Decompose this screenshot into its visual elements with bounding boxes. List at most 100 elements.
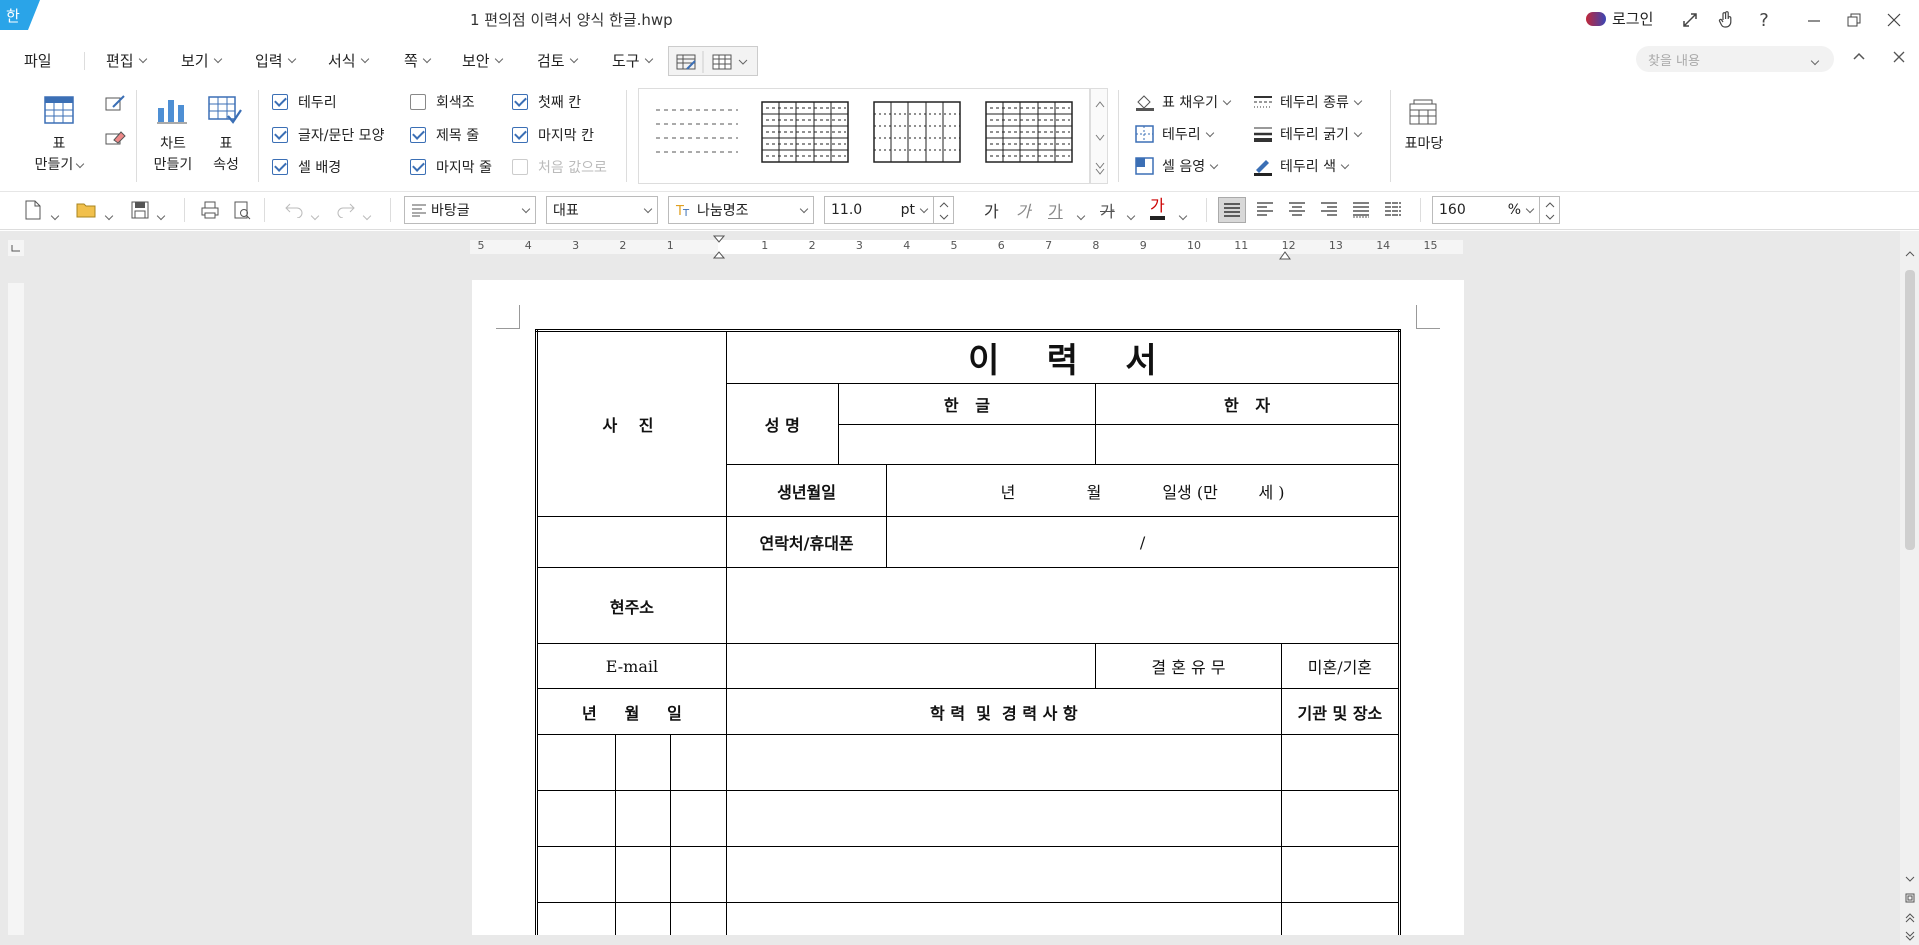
font-select[interactable]: T T 나눔명조 <box>668 196 814 224</box>
menu-review[interactable]: 검토 <box>537 50 578 71</box>
chevron-down-icon[interactable] <box>310 204 320 223</box>
login-button[interactable]: 로그인 <box>1586 8 1653 29</box>
search-input[interactable]: 찾을 내용 <box>1636 46 1834 72</box>
day-cell[interactable] <box>669 790 727 847</box>
history-cell[interactable] <box>725 790 1282 847</box>
align-split-icon[interactable] <box>1380 197 1408 223</box>
align-right-icon[interactable] <box>1316 197 1344 223</box>
chevron-down-icon[interactable] <box>1178 204 1188 223</box>
new-document-icon[interactable] <box>24 200 42 224</box>
hancom-logo-icon[interactable]: 한 <box>0 0 40 30</box>
help-button[interactable]: ? <box>1748 6 1780 34</box>
cell-shade-button[interactable]: 셀 음영 <box>1134 156 1219 176</box>
save-icon[interactable] <box>130 200 150 224</box>
checkbox-grayscale[interactable]: 회색조 <box>410 92 475 112</box>
address-field[interactable] <box>725 567 1401 644</box>
resume-table[interactable]: 사 진 이 력 서 성 명 한 글 한 자 생년월일 년 월 일생 (만 세 )… <box>535 329 1401 945</box>
align-distribute-icon[interactable] <box>1348 197 1376 223</box>
org-cell[interactable] <box>1280 734 1401 791</box>
month-cell[interactable] <box>615 790 671 847</box>
strikethrough-button[interactable]: 가 <box>1100 198 1115 222</box>
scrollbar-thumb[interactable] <box>1905 270 1915 550</box>
scroll-down-icon[interactable] <box>1904 872 1916 888</box>
table-style-dotted[interactable] <box>872 100 962 166</box>
border-width-button[interactable]: 테두리 굵기 <box>1252 124 1363 144</box>
checkbox-cell-bg[interactable]: 셀 배경 <box>272 157 341 177</box>
menu-file[interactable]: 파일 <box>24 50 52 71</box>
print-preview-icon[interactable] <box>232 200 252 224</box>
redo-icon[interactable] <box>336 200 356 222</box>
print-icon[interactable] <box>200 200 220 224</box>
right-indent-marker-icon[interactable] <box>1279 244 1291 264</box>
chevron-down-icon[interactable] <box>156 204 166 223</box>
eraser-icon[interactable] <box>104 126 126 152</box>
contact-field[interactable]: / <box>886 516 1400 568</box>
chevron-down-icon[interactable] <box>362 204 372 223</box>
chevron-down-icon[interactable] <box>104 204 114 223</box>
checkbox-header-row[interactable]: 제목 줄 <box>410 125 479 145</box>
collapse-ribbon-icon[interactable] <box>1852 50 1866 68</box>
org-cell[interactable] <box>1280 790 1401 847</box>
hand-icon[interactable] <box>1710 6 1742 34</box>
month-cell[interactable] <box>615 846 671 903</box>
year-cell[interactable] <box>535 734 617 791</box>
font-color-button[interactable]: 가 <box>1150 196 1165 220</box>
menu-edit[interactable]: 편집 <box>106 50 147 71</box>
chevron-down-icon[interactable] <box>1810 52 1820 68</box>
hangul-name-field[interactable] <box>837 424 1097 465</box>
checkbox-char-para[interactable]: 글자/문단 모양 <box>272 125 384 145</box>
open-folder-icon[interactable] <box>76 200 98 224</box>
checkbox-border[interactable]: 테두리 <box>272 92 337 112</box>
border-type-button[interactable]: 테두리 종류 <box>1252 92 1363 112</box>
menu-format[interactable]: 서식 <box>328 50 369 71</box>
table-icon[interactable] <box>44 96 74 128</box>
fullscreen-icon[interactable] <box>1674 6 1706 34</box>
org-cell[interactable] <box>1280 846 1401 903</box>
prev-page-icon[interactable] <box>1904 912 1916 928</box>
table-style-dashed[interactable] <box>652 100 742 166</box>
table-madang-button[interactable]: 표마당 <box>1398 134 1450 155</box>
minimize-icon[interactable] <box>1798 6 1830 34</box>
day-cell[interactable] <box>669 734 727 791</box>
zoom-spinner[interactable] <box>1540 196 1560 224</box>
table-properties-button[interactable]: 표 속성 <box>204 134 248 176</box>
page-view-icon[interactable] <box>1904 892 1916 908</box>
history-cell[interactable] <box>725 846 1282 903</box>
next-page-icon[interactable] <box>1904 930 1916 945</box>
bold-button[interactable]: 가 <box>984 198 999 222</box>
table-tab-group[interactable] <box>668 46 758 76</box>
month-cell[interactable] <box>615 734 671 791</box>
checkbox-last-row[interactable]: 마지막 줄 <box>410 157 492 177</box>
font-size-input[interactable]: 11.0 pt <box>824 196 934 224</box>
table-madang-icon[interactable] <box>1408 98 1438 130</box>
italic-button[interactable]: 가 <box>1016 198 1031 222</box>
draw-table-icon[interactable] <box>104 92 126 118</box>
checkbox-first-col[interactable]: 첫째 칸 <box>512 92 581 112</box>
checkbox-last-col[interactable]: 마지막 칸 <box>512 125 594 145</box>
restore-icon[interactable] <box>1838 6 1870 34</box>
chevron-down-icon[interactable] <box>50 204 60 223</box>
table-style-lined[interactable] <box>984 100 1074 166</box>
vertical-ruler[interactable] <box>8 283 24 945</box>
underline-button[interactable]: 가 <box>1048 198 1063 222</box>
border-color-button[interactable]: 테두리 색 <box>1252 156 1350 176</box>
email-field[interactable] <box>725 643 1097 689</box>
gallery-scroll[interactable] <box>1090 88 1108 184</box>
menu-page[interactable]: 쪽 <box>404 50 432 71</box>
border-button[interactable]: 테두리 <box>1134 124 1214 144</box>
menu-view[interactable]: 보기 <box>181 50 222 71</box>
style-select[interactable]: 바탕글 <box>404 196 536 224</box>
year-cell[interactable] <box>535 846 617 903</box>
scroll-up-icon[interactable] <box>1904 247 1916 263</box>
hanja-name-field[interactable] <box>1095 424 1400 465</box>
year-cell[interactable] <box>535 790 617 847</box>
birth-field[interactable]: 년 월 일생 (만 세 ) <box>886 464 1400 517</box>
menu-tools[interactable]: 도구 <box>612 50 653 71</box>
photo-cell[interactable]: 사 진 <box>536 330 727 517</box>
history-cell[interactable] <box>725 734 1282 791</box>
font-size-spinner[interactable] <box>934 196 954 224</box>
marriage-value[interactable]: 미혼/기혼 <box>1280 643 1401 689</box>
left-indent-marker-icon[interactable] <box>712 235 726 263</box>
make-table-button[interactable]: 표 만들기 <box>34 134 85 176</box>
chevron-down-icon[interactable] <box>1126 204 1136 223</box>
